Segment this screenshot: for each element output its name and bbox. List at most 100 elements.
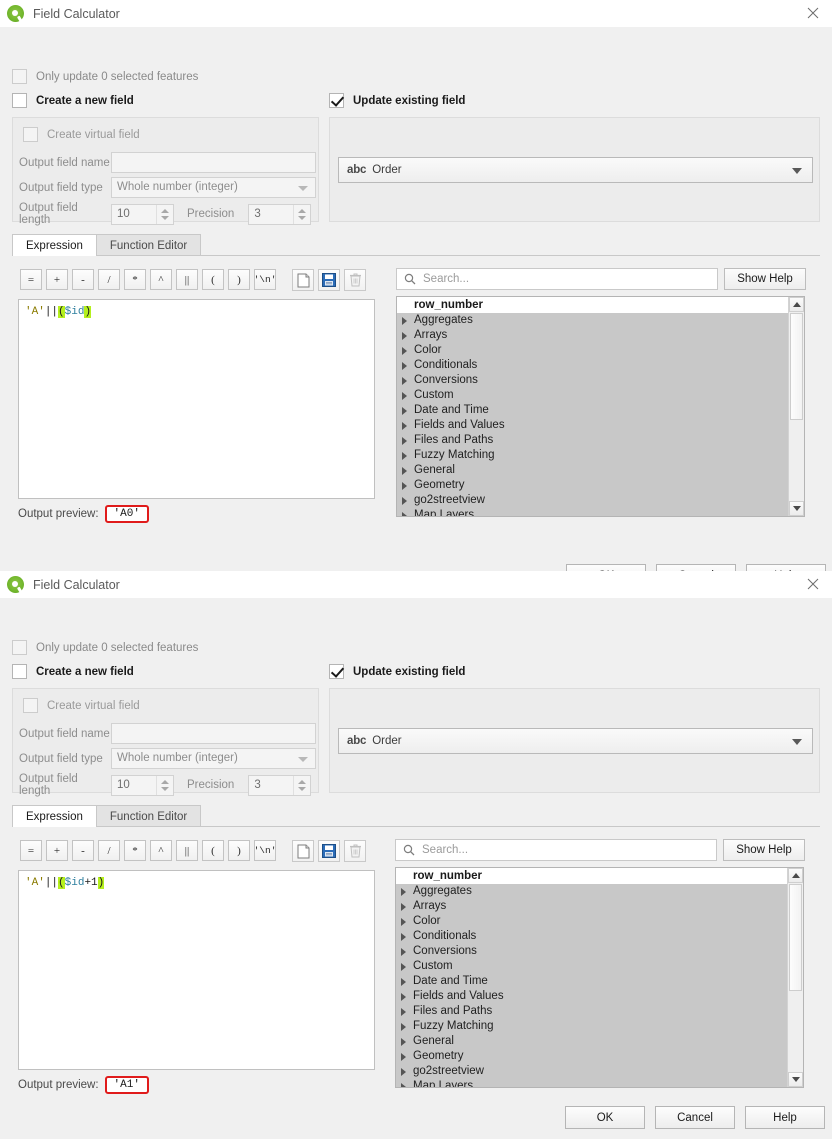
chevron-right-icon[interactable] [401,932,406,941]
operator-divide[interactable]: / [98,840,120,861]
chevron-right-icon[interactable] [401,917,406,926]
help-button[interactable]: Help [745,1106,825,1129]
operator-equals[interactable]: = [20,269,42,290]
chevron-right-icon[interactable] [401,1007,406,1016]
operator-close-paren[interactable]: ) [228,269,250,290]
cancel-button[interactable]: Cancel [655,1106,735,1129]
chevron-right-icon[interactable] [402,496,407,505]
only-update-selected-row[interactable]: Only update 0 selected features [12,640,198,655]
operator-power[interactable]: ^ [150,269,172,290]
chevron-right-icon[interactable] [402,436,407,445]
function-list[interactable]: row_number Aggregates Arrays Color Condi… [395,867,804,1088]
new-document-icon[interactable] [292,269,314,291]
scrollbar-thumb[interactable] [789,884,802,991]
update-existing-field-row[interactable]: Update existing field [329,93,465,108]
operator-open-paren[interactable]: ( [202,840,224,861]
operator-equals[interactable]: = [20,840,42,861]
precision-stepper[interactable]: 3 [248,203,312,225]
save-floppy-icon[interactable] [318,269,340,291]
search-input[interactable]: Search... [396,268,718,290]
chevron-right-icon[interactable] [401,1052,406,1061]
output-field-length-stepper[interactable]: 10 [111,203,174,225]
stepper-down-icon[interactable] [298,215,307,220]
save-floppy-icon[interactable] [318,840,340,862]
operator-multiply[interactable]: * [124,840,146,861]
precision-stepper[interactable]: 3 [248,774,312,796]
chevron-right-icon[interactable] [402,466,407,475]
operator-concat[interactable]: || [176,840,198,861]
chevron-right-icon[interactable] [402,511,407,516]
create-new-field-row[interactable]: Create a new field [12,664,134,679]
chevron-right-icon[interactable] [402,376,407,385]
chevron-right-icon[interactable] [401,1082,406,1087]
scrollbar-track[interactable] [789,420,804,501]
existing-field-select[interactable]: abc Order [338,157,813,183]
stepper-down-icon[interactable] [161,215,169,220]
operator-newline[interactable]: '\n' [254,840,276,861]
operator-concat[interactable]: || [176,269,198,290]
chevron-right-icon[interactable] [401,1022,406,1031]
only-update-selected-row[interactable]: Only update 0 selected features [12,69,198,84]
stepper-up-icon[interactable] [298,208,307,213]
chevron-right-icon[interactable] [402,361,407,370]
search-input[interactable]: Search... [395,839,717,861]
stepper-up-icon[interactable] [298,779,307,784]
update-existing-field-checkbox[interactable] [329,93,344,108]
ok-button[interactable]: OK [565,1106,645,1129]
close-icon[interactable] [805,5,823,23]
tab-expression[interactable]: Expression [12,805,97,827]
output-field-length-stepper[interactable]: 10 [111,774,174,796]
output-field-name-input[interactable] [111,152,316,173]
update-existing-field-checkbox[interactable] [329,664,344,679]
chevron-right-icon[interactable] [402,331,407,340]
create-virtual-field-checkbox[interactable] [23,127,38,142]
chevron-right-icon[interactable] [402,346,407,355]
chevron-right-icon[interactable] [402,421,407,430]
expression-editor[interactable]: 'A'||($id+1) [18,870,375,1070]
tab-expression[interactable]: Expression [12,234,97,256]
stepper-up-icon[interactable] [161,779,169,784]
chevron-right-icon[interactable] [401,1037,406,1046]
chevron-right-icon[interactable] [402,316,407,325]
only-update-checkbox[interactable] [12,69,27,84]
operator-newline[interactable]: '\n' [254,269,276,290]
output-field-type-select[interactable]: Whole number (integer) [111,748,316,769]
chevron-right-icon[interactable] [401,962,406,971]
chevron-right-icon[interactable] [401,902,406,911]
operator-close-paren[interactable]: ) [228,840,250,861]
operator-multiply[interactable]: * [124,269,146,290]
operator-minus[interactable]: - [72,840,94,861]
operator-plus[interactable]: + [46,269,68,290]
scrollbar[interactable] [788,297,804,516]
create-new-field-row[interactable]: Create a new field [12,93,134,108]
stepper-down-icon[interactable] [161,786,169,791]
chevron-right-icon[interactable] [402,391,407,400]
scroll-down-button[interactable] [788,1072,803,1087]
output-field-type-select[interactable]: Whole number (integer) [111,177,316,198]
tab-function-editor[interactable]: Function Editor [95,234,202,256]
chevron-right-icon[interactable] [401,992,406,1001]
tab-function-editor[interactable]: Function Editor [95,805,202,827]
stepper-down-icon[interactable] [298,786,307,791]
new-document-icon[interactable] [292,840,314,862]
close-icon[interactable] [805,576,823,594]
only-update-checkbox[interactable] [12,640,27,655]
scrollbar[interactable] [787,868,803,1087]
chevron-right-icon[interactable] [401,947,406,956]
operator-open-paren[interactable]: ( [202,269,224,290]
chevron-right-icon[interactable] [401,977,406,986]
chevron-right-icon[interactable] [402,451,407,460]
chevron-right-icon[interactable] [402,481,407,490]
update-existing-field-row[interactable]: Update existing field [329,664,465,679]
expression-editor[interactable]: 'A'||($id) [18,299,375,499]
operator-plus[interactable]: + [46,840,68,861]
show-help-button[interactable]: Show Help [723,839,805,861]
operator-power[interactable]: ^ [150,840,172,861]
show-help-button[interactable]: Show Help [724,268,806,290]
create-virtual-field-checkbox[interactable] [23,698,38,713]
scroll-up-button[interactable] [789,297,804,312]
operator-divide[interactable]: / [98,269,120,290]
scrollbar-track[interactable] [788,991,803,1072]
chevron-right-icon[interactable] [401,887,406,896]
create-virtual-field-row[interactable]: Create virtual field [23,698,140,713]
